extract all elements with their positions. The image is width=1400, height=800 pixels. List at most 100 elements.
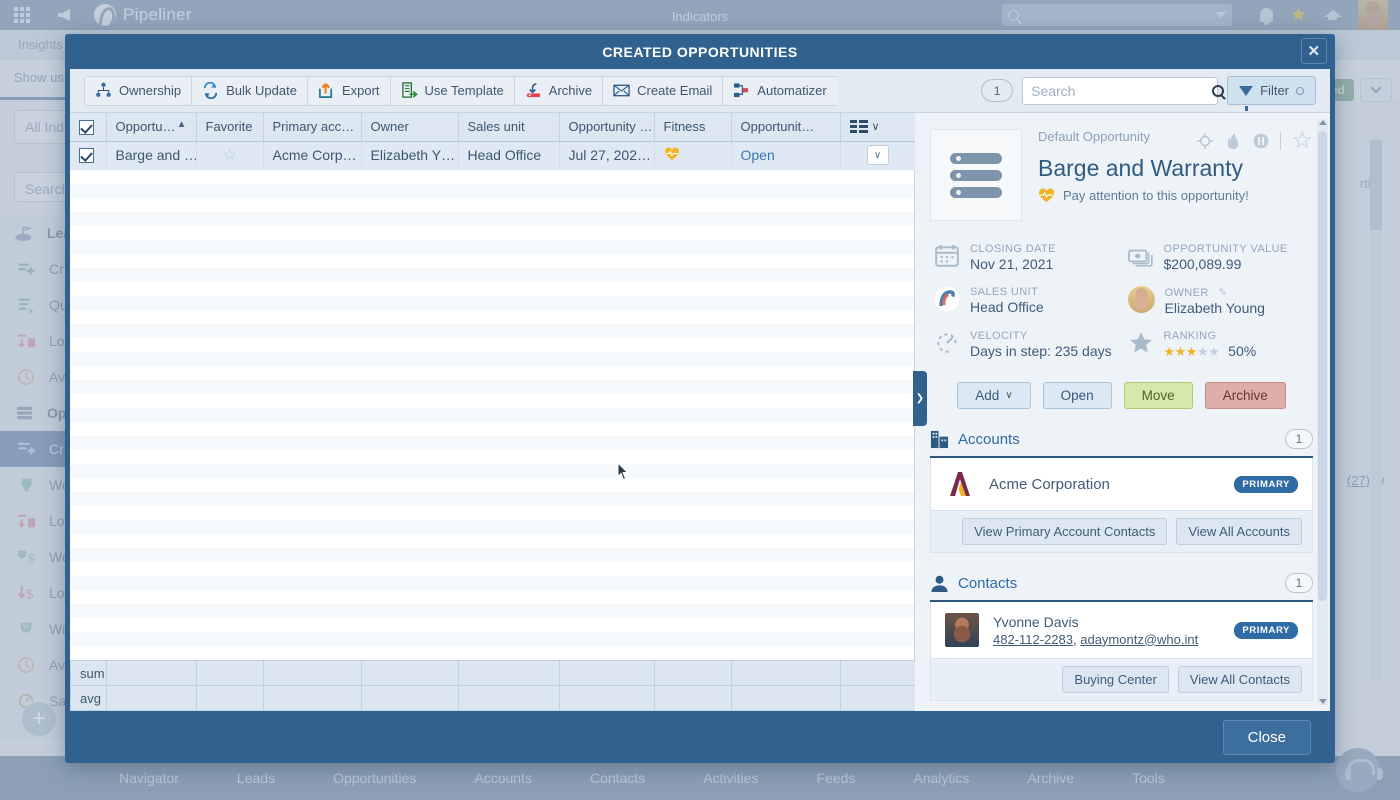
open-button[interactable]: Open xyxy=(1043,382,1112,409)
building-icon xyxy=(930,430,949,449)
pause-icon[interactable] xyxy=(1252,132,1270,150)
account-name[interactable]: Acme Corporation xyxy=(989,476,1220,493)
ownership-button[interactable]: Ownership xyxy=(84,76,191,106)
modal-split: Opportu… ▲ Favorite Primary acc… Owner S… xyxy=(70,113,1330,711)
detail-scrollbar[interactable] xyxy=(1317,119,1328,705)
automatizer-icon xyxy=(733,82,750,99)
sort-asc-icon: ▲ xyxy=(177,119,187,130)
bulk-update-button[interactable]: Bulk Update xyxy=(191,76,307,106)
export-button[interactable]: Export xyxy=(307,76,390,106)
chevron-down-icon: ∨ xyxy=(1005,390,1012,401)
summary-cell xyxy=(655,661,732,686)
scroll-down-icon[interactable] xyxy=(1319,699,1327,704)
cell-row-menu[interactable]: ∨ xyxy=(840,141,915,169)
summary-cell xyxy=(732,686,841,711)
flame-icon[interactable] xyxy=(1224,132,1242,150)
cell-sales-unit[interactable]: Head Office xyxy=(458,141,559,169)
button-label: Bulk Update xyxy=(226,83,297,98)
row-select-cell[interactable] xyxy=(70,141,106,169)
primary-badge: PRIMARY xyxy=(1234,476,1298,493)
use-template-icon xyxy=(401,82,418,99)
summary-label-avg: avg xyxy=(71,686,107,711)
summary-cell xyxy=(107,661,197,686)
cell-opportunity-date[interactable]: Jul 27, 202… xyxy=(559,141,654,169)
cell-opportunity[interactable]: Barge and … xyxy=(106,141,196,169)
move-button[interactable]: Move xyxy=(1124,382,1193,409)
column-config-header[interactable]: ∨ xyxy=(840,113,915,141)
column-header-status[interactable]: Opportunit… xyxy=(731,113,840,141)
use-template-button[interactable]: Use Template xyxy=(390,76,514,106)
archive-button[interactable]: Archive xyxy=(514,76,602,106)
contact-name[interactable]: Yvonne Davis xyxy=(993,614,1220,630)
buying-center-button[interactable]: Buying Center xyxy=(1062,666,1168,693)
funnel-icon xyxy=(1239,86,1253,96)
status-link[interactable]: Open xyxy=(741,147,775,163)
archive-button[interactable]: Archive xyxy=(1205,382,1286,409)
account-item[interactable]: Acme Corporation PRIMARY xyxy=(931,458,1312,510)
filter-button[interactable]: Filter xyxy=(1227,76,1316,105)
view-all-contacts-button[interactable]: View All Contacts xyxy=(1178,666,1302,693)
created-opportunities-modal: CREATED OPPORTUNITIES ✕ Ownership xyxy=(65,34,1335,763)
favorite-star-icon[interactable]: ☆ xyxy=(222,147,236,164)
edit-pencil-icon[interactable]: ✎ xyxy=(1218,287,1228,299)
field-owner: OWNER ✎ Elizabeth Young xyxy=(1128,286,1314,316)
contact-email-link[interactable]: adaymontz@who.int xyxy=(1080,632,1198,647)
contacts-card: Yvonne Davis 482-112-2283, adaymontz@who… xyxy=(930,602,1313,701)
automatizer-button[interactable]: Automatizer xyxy=(722,76,836,106)
cell-fitness[interactable] xyxy=(654,141,731,169)
cell-owner[interactable]: Elizabeth Y… xyxy=(361,141,458,169)
search-input[interactable] xyxy=(1031,83,1212,99)
accounts-title[interactable]: Accounts xyxy=(958,431,1020,448)
cell-primary-account[interactable]: Acme Corp… xyxy=(263,141,361,169)
add-button[interactable]: Add ∨ xyxy=(957,382,1030,409)
target-icon[interactable] xyxy=(1196,132,1214,150)
column-header-sales-unit[interactable]: Sales unit xyxy=(458,113,559,141)
grid-summary: sum avg xyxy=(70,660,914,711)
summary-cell xyxy=(560,661,655,686)
cell-status[interactable]: Open xyxy=(731,141,840,169)
field-label: RANKING xyxy=(1164,330,1257,342)
search-input-wrap[interactable] xyxy=(1022,77,1218,105)
opportunities-grid: Opportu… ▲ Favorite Primary acc… Owner S… xyxy=(70,113,915,711)
panel-collapse-handle[interactable]: ❯ xyxy=(913,371,927,426)
filter-label: Filter xyxy=(1260,83,1289,98)
view-all-accounts-button[interactable]: View All Accounts xyxy=(1176,518,1302,545)
accounts-count: 1 xyxy=(1285,429,1313,449)
contact-item[interactable]: Yvonne Davis 482-112-2283, adaymontz@who… xyxy=(931,602,1312,658)
row-checkbox[interactable] xyxy=(79,148,94,163)
column-header-opportunity-date[interactable]: Opportunity … xyxy=(559,113,654,141)
column-header-favorite[interactable]: Favorite xyxy=(196,113,263,141)
favorite-star-icon[interactable]: ☆ xyxy=(1291,129,1313,153)
button-label: Create Email xyxy=(637,83,712,98)
field-opportunity-value: OPPORTUNITY VALUE $200,089.99 xyxy=(1128,243,1314,272)
cell-favorite[interactable]: ☆ xyxy=(196,141,263,169)
contacts-title[interactable]: Contacts xyxy=(958,575,1017,592)
filter-status-dot-icon xyxy=(1296,87,1304,95)
view-primary-account-contacts-button[interactable]: View Primary Account Contacts xyxy=(962,518,1167,545)
scroll-thumb[interactable] xyxy=(1318,131,1327,601)
column-header-primary-account[interactable]: Primary acc… xyxy=(263,113,361,141)
column-config-button[interactable]: ∨ xyxy=(850,120,906,133)
contact-phone-link[interactable]: 482-112-2283 xyxy=(993,632,1073,647)
create-email-button[interactable]: Create Email xyxy=(602,76,722,106)
select-all-checkbox[interactable] xyxy=(79,120,94,135)
select-all-header[interactable] xyxy=(70,113,106,141)
pipeliner-logo-icon xyxy=(934,286,960,312)
accounts-card-footer: View Primary Account Contacts View All A… xyxy=(931,510,1312,552)
summary-cell xyxy=(459,686,560,711)
accounts-section-header: Accounts 1 xyxy=(930,429,1313,458)
ranking-stars[interactable]: ★★★★★ xyxy=(1164,344,1220,359)
opportunity-note: Pay attention to this opportunity! xyxy=(1038,188,1313,203)
row-menu-button[interactable]: ∨ xyxy=(867,145,889,165)
summary-table: sum avg xyxy=(70,660,916,711)
scroll-up-icon[interactable] xyxy=(1319,120,1327,125)
field-closing-date: CLOSING DATE Nov 21, 2021 xyxy=(934,243,1120,272)
column-header-fitness[interactable]: Fitness xyxy=(654,113,731,141)
search-icon[interactable] xyxy=(1212,85,1224,97)
table-row[interactable]: Barge and … ☆ Acme Corp… Elizabeth Y… He… xyxy=(70,141,915,169)
column-header-opportunity[interactable]: Opportu… ▲ xyxy=(106,113,196,141)
contacts-section-header: Contacts 1 xyxy=(930,573,1313,602)
close-button[interactable]: Close xyxy=(1223,720,1311,755)
column-header-owner[interactable]: Owner xyxy=(361,113,458,141)
close-icon[interactable]: ✕ xyxy=(1301,38,1327,64)
